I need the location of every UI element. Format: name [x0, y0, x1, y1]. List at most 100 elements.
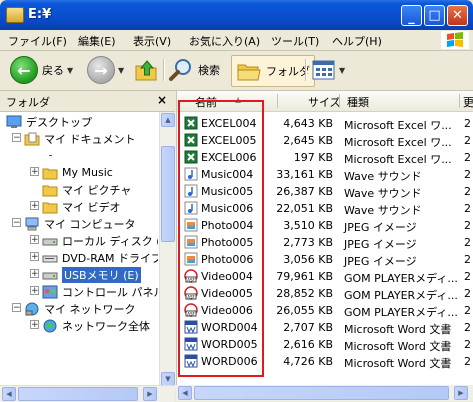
menu-tools[interactable]: ツール(T): [271, 33, 319, 49]
views-button[interactable]: ▼: [312, 56, 345, 84]
expand-toggle[interactable]: +: [30, 269, 39, 279]
tree-item-dvd-drive[interactable]: DVD-RAM ドライブ: [42, 249, 158, 266]
chevron-down-icon[interactable]: ▼: [339, 66, 345, 75]
expand-toggle[interactable]: +: [30, 286, 39, 296]
menu-edit[interactable]: 編集(E): [78, 33, 116, 49]
collapse-toggle[interactable]: −: [12, 218, 21, 228]
file-modified: 2: [464, 168, 471, 181]
close-pane-button[interactable]: ×: [157, 93, 167, 107]
minimize-button[interactable]: _: [401, 5, 422, 26]
hard-disk-icon: [42, 238, 58, 245]
file-modified: 2: [464, 287, 471, 300]
chevron-down-icon[interactable]: ▼: [67, 66, 73, 75]
folder-icon: [42, 202, 58, 213]
search-icon: [169, 59, 191, 81]
file-size: 2,707 KB: [283, 321, 333, 334]
toolbar: ← 戻る ▼ → ▼ 検索 フォルダ ▼: [0, 51, 473, 91]
expand-toggle[interactable]: +: [30, 252, 39, 262]
tree-item-entire-network[interactable]: ネットワーク全体: [42, 317, 150, 334]
folders-icon: [237, 64, 261, 81]
file-modified: 2: [464, 134, 471, 147]
menu-favorites[interactable]: お気に入り(A): [189, 33, 260, 49]
back-arrow-icon: ←: [10, 56, 38, 84]
file-modified: 2: [464, 270, 471, 283]
network-icon: [25, 302, 39, 315]
file-type: Microsoft Word 文書: [344, 340, 452, 353]
file-size: 3,056 KB: [283, 253, 333, 266]
tree-item-folder[interactable]: [42, 147, 62, 164]
file-modified: 2: [464, 219, 471, 232]
file-size: 26,387 KB: [276, 185, 333, 198]
file-modified: 2: [464, 253, 471, 266]
tree-item-local-disk[interactable]: ローカル ディスク (C: [42, 232, 158, 249]
column-type[interactable]: 種類: [347, 94, 369, 110]
scroll-thumb[interactable]: [18, 387, 138, 401]
tree-item-my-videos[interactable]: マイ ビデオ: [42, 198, 121, 215]
expand-toggle[interactable]: +: [30, 320, 39, 330]
file-modified: 2: [464, 236, 471, 249]
search-label: 検索: [198, 64, 220, 77]
views-icon: [312, 60, 335, 80]
control-panel-icon: [42, 285, 58, 298]
expand-toggle[interactable]: +: [30, 235, 39, 245]
scroll-thumb[interactable]: [194, 386, 449, 400]
menu-help[interactable]: ヘルプ(H): [332, 33, 382, 49]
scroll-thumb[interactable]: [161, 146, 175, 242]
collapse-toggle[interactable]: −: [12, 303, 21, 313]
dvd-drive-icon: [42, 255, 58, 262]
file-modified: 2: [464, 117, 471, 130]
file-type: Microsoft Word 文書: [344, 357, 452, 370]
menu-view[interactable]: 表示(V): [133, 33, 171, 49]
folders-horizontal-scrollbar[interactable]: ◀ ▶: [0, 385, 175, 402]
folders-button[interactable]: フォルダ: [231, 55, 315, 87]
desktop-icon: [6, 115, 22, 128]
highlight-box: [178, 100, 264, 377]
file-modified: 2: [464, 185, 471, 198]
tree-item-usb-drive[interactable]: USBメモリ (E): [42, 266, 141, 283]
file-size: 2,645 KB: [283, 134, 333, 147]
scroll-right-button[interactable]: ▶: [454, 386, 468, 400]
file-size: 197 KB: [293, 151, 333, 164]
file-type: GOM PLAYERメディ...: [344, 272, 458, 285]
expand-toggle[interactable]: +: [30, 167, 39, 177]
usb-drive-icon: [42, 272, 58, 279]
file-type: Microsoft Excel ワ...: [344, 136, 452, 149]
folders-vertical-scrollbar[interactable]: ▲ ▼: [159, 112, 176, 388]
expand-toggle[interactable]: +: [30, 201, 39, 211]
tree-item-my-network[interactable]: マイ ネットワーク: [24, 300, 136, 317]
scroll-down-button[interactable]: ▼: [161, 372, 175, 386]
maximize-button[interactable]: □: [424, 5, 445, 26]
my-documents-icon: [24, 132, 40, 145]
tree-item-my-music[interactable]: My Music: [42, 164, 113, 181]
tree-item-my-documents[interactable]: マイ ドキュメント: [24, 130, 136, 147]
tree-item-control-panel[interactable]: コントロール パネル: [42, 283, 158, 300]
file-size: 26,055 KB: [276, 304, 333, 317]
scroll-left-button[interactable]: ◀: [178, 386, 192, 400]
column-size[interactable]: サイズ: [308, 94, 341, 110]
chevron-down-icon[interactable]: ▼: [118, 66, 124, 75]
tree-item-my-computer[interactable]: マイ コンピュータ: [24, 215, 136, 232]
scroll-left-button[interactable]: ◀: [2, 387, 16, 401]
forward-button[interactable]: → ▼: [87, 56, 124, 84]
title-bar[interactable]: E:¥ _ □ ✕: [0, 0, 473, 30]
collapse-toggle[interactable]: −: [12, 133, 21, 143]
up-folder-button[interactable]: [133, 56, 159, 84]
up-folder-icon: [135, 60, 157, 81]
file-type: Microsoft Excel ワ...: [344, 153, 452, 166]
tree-item-desktop[interactable]: デスクトップ: [6, 113, 92, 130]
back-button[interactable]: ← 戻る ▼: [10, 56, 73, 84]
scroll-right-button[interactable]: ▶: [143, 387, 157, 401]
back-label: 戻る: [42, 64, 64, 77]
file-list-horizontal-scrollbar[interactable]: ◀ ▶: [176, 385, 473, 401]
windows-logo-icon: [441, 31, 469, 49]
column-modified[interactable]: 更: [463, 94, 473, 110]
search-button[interactable]: 検索: [168, 56, 220, 84]
file-modified: 2: [464, 151, 471, 164]
tree-item-my-pictures[interactable]: マイ ピクチャ: [42, 181, 131, 198]
folders-label: フォルダ: [266, 65, 310, 78]
file-type: Wave サウンド: [344, 170, 422, 183]
close-button[interactable]: ✕: [447, 5, 468, 26]
folders-pane-header: フォルダ ×: [0, 91, 175, 112]
scroll-up-button[interactable]: ▲: [161, 113, 175, 127]
menu-file[interactable]: ファイル(F): [8, 33, 67, 49]
